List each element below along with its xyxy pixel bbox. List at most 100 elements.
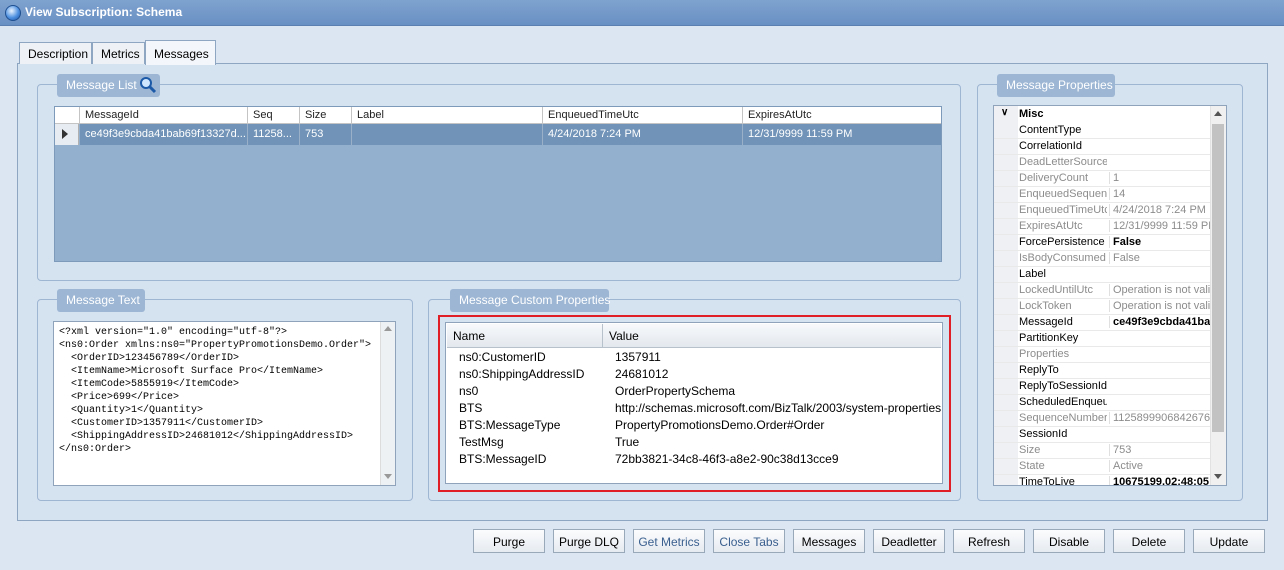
purge-button[interactable]: Purge [473, 529, 545, 553]
refresh-button[interactable]: Refresh [953, 529, 1025, 553]
title-bar [0, 0, 1284, 26]
message-properties-title: Message Properties [997, 74, 1115, 97]
property-grid[interactable]: ∨ Misc ContentType CorrelationId DeadLette… [993, 105, 1227, 486]
xml-line: <ItemName>Microsoft Surface Pro</ItemNam… [59, 366, 324, 377]
property-row[interactable]: ReplyTo [994, 363, 1212, 379]
category-misc[interactable]: ∨ Misc [994, 107, 1212, 123]
property-value[interactable]: 10675199.02:48:05 [1109, 476, 1212, 485]
property-row[interactable]: Properties [994, 347, 1212, 363]
xml-line: <Price>699</Price> [59, 392, 180, 403]
property-row[interactable]: CorrelationId [994, 139, 1212, 155]
property-row[interactable]: ScheduledEnqueueTimeUtc [994, 395, 1212, 411]
column-header-enqueuedtimeutc[interactable]: EnqueuedTimeUtc [543, 107, 743, 124]
table-row[interactable]: ce49f3e9cbda41bab69f13327d... 11258... 7… [80, 124, 941, 145]
xml-line: <ShippingAddressID>24681012</ShippingAdd… [59, 431, 354, 442]
property-row[interactable]: SessionId [994, 427, 1212, 443]
property-value[interactable]: 12/31/9999 11:59 PM [1109, 220, 1212, 232]
messages-button[interactable]: Messages [793, 529, 865, 553]
property-value[interactable]: Operation is not valid [1109, 284, 1212, 296]
tab-metrics[interactable]: Metrics [92, 42, 145, 64]
custom-property-row[interactable]: BTS http://schemas.microsoft.com/BizTalk/… [446, 399, 941, 416]
property-name: EnqueuedSequenceNumber [1019, 188, 1107, 200]
delete-button[interactable]: Delete [1113, 529, 1185, 553]
column-header-messageid[interactable]: MessageId [80, 107, 248, 124]
property-row[interactable]: State Active [994, 459, 1212, 475]
property-row[interactable]: SequenceNumber 11258999068426766 [994, 411, 1212, 427]
deadletter-button[interactable]: Deadletter [873, 529, 945, 553]
scroll-down-arrow-icon[interactable] [1214, 474, 1222, 479]
column-header-value[interactable]: Value [603, 324, 941, 348]
property-value[interactable]: Active [1109, 460, 1212, 472]
message-text-title: Message Text [57, 289, 145, 312]
custom-property-row[interactable]: ns0:CustomerID 1357911 [446, 348, 940, 365]
close-tabs-button[interactable]: Close Tabs [713, 529, 785, 553]
property-row[interactable]: ReplyToSessionId [994, 379, 1212, 395]
get-metrics-button[interactable]: Get Metrics [633, 529, 705, 553]
property-value[interactable]: 4/24/2018 7:24 PM [1109, 204, 1212, 216]
message-text-scrollbar[interactable] [380, 322, 395, 485]
property-row[interactable]: ForcePersistence False [994, 235, 1212, 251]
property-row[interactable]: DeadLetterSource [994, 155, 1212, 171]
property-row[interactable]: MessageId ce49f3e9cbda41bab69f [994, 315, 1212, 331]
message-text-content: <?xml version="1.0" encoding="utf-8"?> <… [54, 322, 395, 456]
column-header-name[interactable]: Name [447, 324, 603, 348]
property-value[interactable]: 753 [1109, 444, 1212, 456]
custom-property-name: ns0 [459, 384, 479, 398]
collapse-chevron-icon[interactable]: ∨ [1001, 107, 1008, 118]
column-header-seq[interactable]: Seq [248, 107, 300, 124]
property-name: CorrelationId [1019, 140, 1082, 152]
property-row[interactable]: PartitionKey [994, 331, 1212, 347]
xml-line: <Quantity>1</Quantity> [59, 405, 204, 416]
purge-dlq-button[interactable]: Purge DLQ [553, 529, 625, 553]
property-value[interactable]: False [1109, 252, 1212, 264]
property-value[interactable]: Operation is not valid [1109, 300, 1212, 312]
column-header-expiresatutc[interactable]: ExpiresAtUtc [743, 107, 941, 124]
property-name: LockToken [1019, 300, 1072, 312]
column-header-label[interactable]: Label [352, 107, 543, 124]
property-value[interactable]: 11258999068426766 [1109, 412, 1212, 424]
custom-property-row[interactable]: TestMsg True [446, 433, 940, 450]
property-row[interactable]: ContentType [994, 123, 1212, 139]
custom-property-row[interactable]: BTS:MessageID 72bb3821-34c8-46f3-a8e2-90c… [446, 450, 940, 467]
custom-property-row[interactable]: BTS:MessageType PropertyPromotionsDemo.Or… [446, 416, 940, 433]
custom-property-value: True [615, 435, 640, 449]
cell-label [352, 124, 543, 145]
custom-property-name: BTS [459, 401, 483, 415]
property-value[interactable]: False [1109, 236, 1212, 248]
tab-messages[interactable]: Messages [145, 40, 216, 65]
column-header-size[interactable]: Size [300, 107, 352, 124]
scrollbar-thumb[interactable] [1212, 124, 1224, 432]
custom-property-row[interactable]: ns0 OrderPropertySchema [446, 382, 940, 399]
scroll-down-arrow-icon[interactable] [384, 474, 392, 479]
tab-description[interactable]: Description [19, 42, 92, 64]
property-row[interactable]: EnqueuedSequenceNumber14 [994, 187, 1212, 203]
xml-line: <OrderID>123456789</OrderID> [59, 353, 240, 364]
custom-properties-grid[interactable]: Name Value ns0:CustomerID 1357911 ns0:Ship… [445, 322, 943, 484]
window-title: View Subscription: Schema [25, 5, 183, 19]
property-row[interactable]: TimeToLive 10675199.02:48:05 [994, 475, 1212, 485]
property-row[interactable]: LockedUntilUtc Operation is not valid [994, 283, 1212, 299]
property-row[interactable]: Size 753 [994, 443, 1212, 459]
grid-header: MessageId Seq Size Label EnqueuedTimeUtc… [55, 107, 941, 124]
property-value[interactable]: ce49f3e9cbda41bab69f [1109, 316, 1212, 328]
property-name: ScheduledEnqueueTimeUtc [1019, 396, 1107, 408]
property-row[interactable]: DeliveryCount 1 [994, 171, 1212, 187]
custom-property-row[interactable]: ns0:ShippingAddressID 24681012 [446, 365, 940, 382]
disable-button[interactable]: Disable [1033, 529, 1105, 553]
message-text-box[interactable]: <?xml version="1.0" encoding="utf-8"?> <… [53, 321, 396, 486]
custom-property-name: TestMsg [459, 435, 504, 449]
property-row[interactable]: IsBodyConsumed False [994, 251, 1212, 267]
property-row[interactable]: EnqueuedTimeUtc 4/24/2018 7:24 PM [994, 203, 1212, 219]
property-name: State [1019, 460, 1045, 472]
scroll-up-arrow-icon[interactable] [384, 326, 392, 331]
property-row[interactable]: LockToken Operation is not valid [994, 299, 1212, 315]
property-row[interactable]: Label [994, 267, 1212, 283]
property-row[interactable]: ExpiresAtUtc 12/31/9999 11:59 PM [994, 219, 1212, 235]
message-list-grid[interactable]: MessageId Seq Size Label EnqueuedTimeUtc… [54, 106, 942, 262]
scroll-up-arrow-icon[interactable] [1214, 111, 1222, 116]
search-icon[interactable] [139, 76, 157, 94]
property-grid-scrollbar[interactable] [1210, 106, 1226, 485]
property-value[interactable]: 14 [1109, 188, 1212, 200]
update-button[interactable]: Update [1193, 529, 1265, 553]
property-value[interactable]: 1 [1109, 172, 1212, 184]
